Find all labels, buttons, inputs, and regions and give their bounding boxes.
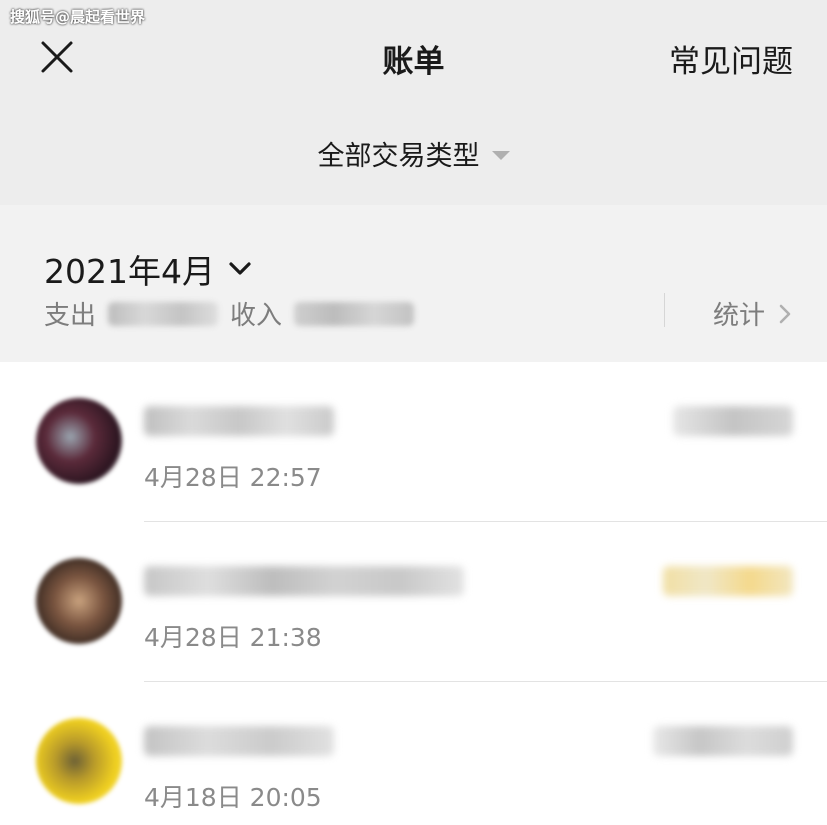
month-selector[interactable]: 2021年4月 — [44, 245, 253, 293]
amount-redacted — [673, 406, 793, 436]
month-label: 2021年4月 — [44, 252, 215, 291]
watermark: 搜狐号@晨起看世界 — [10, 8, 146, 26]
avatar — [36, 398, 122, 484]
transaction-time: 4月18日 20:05 — [144, 783, 322, 812]
avatar — [36, 718, 122, 804]
amount-redacted — [663, 566, 793, 596]
transaction-row[interactable]: 4月18日 20:05 — [0, 682, 827, 825]
amount-redacted — [653, 726, 793, 756]
merchant-name-redacted — [144, 406, 334, 436]
month-summary: 2021年4月 支出 收入 统计 — [0, 205, 827, 362]
avatar — [36, 558, 122, 644]
merchant-name-redacted — [144, 726, 334, 756]
merchant-name-redacted — [144, 566, 464, 596]
totals-line: 支出 收入 — [44, 295, 415, 332]
chevron-down-icon — [229, 262, 251, 275]
income-amount-redacted — [294, 301, 415, 326]
expense-label: 支出 — [44, 301, 97, 331]
income-label: 收入 — [230, 301, 283, 331]
transaction-type-filter[interactable]: 全部交易类型 — [0, 134, 827, 173]
chevron-right-icon — [779, 304, 791, 323]
transaction-row[interactable]: 4月28日 22:57 — [0, 362, 827, 522]
stats-button[interactable]: 统计 — [713, 295, 793, 332]
expense-amount-redacted — [108, 301, 219, 326]
filter-label: 全部交易类型 — [317, 141, 480, 172]
transaction-row[interactable]: 4月28日 21:38 — [0, 522, 827, 682]
divider — [664, 293, 665, 327]
top-bar: 账单 常见问题 全部交易类型 — [0, 0, 827, 205]
stats-label: 统计 — [712, 301, 765, 331]
transaction-time: 4月28日 22:57 — [144, 463, 322, 492]
faq-button[interactable]: 常见问题 — [669, 36, 793, 81]
caret-down-icon — [491, 151, 510, 160]
transaction-list: 4月28日 22:57 4月28日 21:38 4月18日 20:05 — [0, 362, 827, 825]
transaction-time: 4月28日 21:38 — [144, 623, 322, 652]
